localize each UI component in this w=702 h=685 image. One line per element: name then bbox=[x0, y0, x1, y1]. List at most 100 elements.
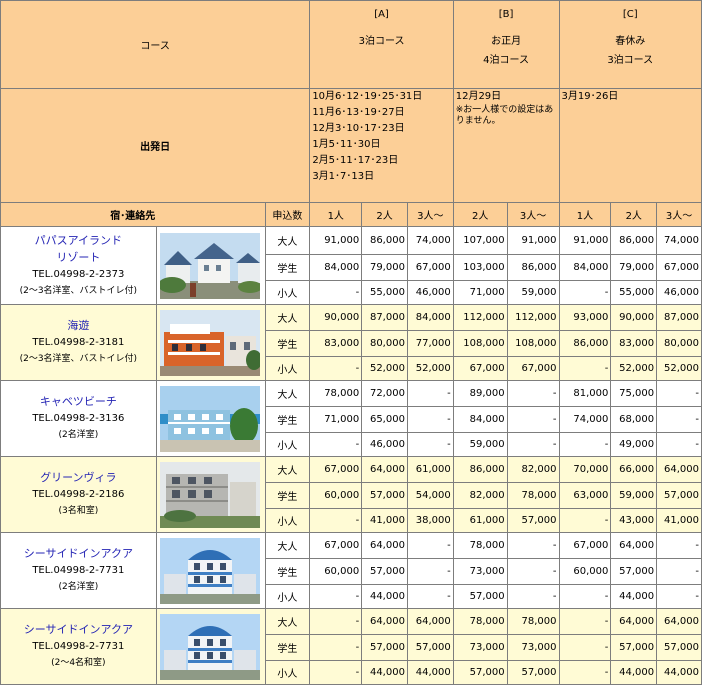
price-cell: 84,000 bbox=[559, 255, 611, 280]
category-label: 小人 bbox=[265, 661, 310, 684]
price-cell: - bbox=[657, 533, 701, 558]
price-cell: 80,000 bbox=[657, 331, 701, 356]
price-cell: 87,000 bbox=[657, 305, 701, 330]
price-cell: - bbox=[559, 281, 611, 304]
price-cell: - bbox=[407, 407, 453, 432]
hotel-name[interactable]: グリーンヴィラ bbox=[1, 469, 156, 486]
course-c-name-line1: 春休み bbox=[615, 36, 646, 47]
price-cell: 83,000 bbox=[611, 331, 657, 356]
hotel-name[interactable]: シーサイドインアクア bbox=[1, 545, 156, 562]
price-cell: - bbox=[507, 533, 559, 558]
price-cell: 78,000 bbox=[310, 381, 362, 406]
price-cell: 52,000 bbox=[657, 357, 701, 380]
price-cell: 46,000 bbox=[407, 281, 453, 304]
price-cell: - bbox=[657, 585, 701, 608]
category-label: 小人 bbox=[265, 281, 310, 304]
table-row: キャベツビーチ TEL.04998-2-3136 (2名洋室) 大人 78,000 72,… bbox=[1, 381, 701, 456]
price-cell: 64,000 bbox=[657, 457, 701, 482]
price-cell: - bbox=[407, 585, 453, 608]
price-cell: 60,000 bbox=[310, 483, 362, 508]
people-header-c-2: 2人 bbox=[611, 203, 657, 226]
price-cell: 66,000 bbox=[611, 457, 657, 482]
price-cell: 73,000 bbox=[453, 559, 507, 584]
price-cell: - bbox=[559, 661, 611, 684]
price-cell: - bbox=[310, 661, 362, 684]
price-cell: 67,000 bbox=[310, 533, 362, 558]
course-b-header: [B] お正月 4泊コース bbox=[453, 1, 559, 88]
price-cell: - bbox=[310, 635, 362, 660]
price-cell: 84,000 bbox=[407, 305, 453, 330]
price-cell: 38,000 bbox=[407, 509, 453, 532]
course-row: コース [A] 3泊コース [B] お正月 4泊コース [C] 春休み 3泊コー… bbox=[1, 1, 701, 88]
course-b-name-line1: お正月 bbox=[491, 36, 522, 47]
course-a-date-line: 1月5･11･30日 bbox=[312, 139, 381, 150]
price-cell: - bbox=[310, 509, 362, 532]
category-label: 学生 bbox=[265, 255, 310, 280]
people-header-c-1: 1人 bbox=[559, 203, 611, 226]
price-cell: 64,000 bbox=[611, 533, 657, 558]
course-c-letter: [C] bbox=[622, 9, 638, 20]
price-cell: 78,000 bbox=[453, 609, 507, 634]
column-header-row: 宿･連絡先 申込数 1人 2人 3人〜 2人 3人〜 1人 2人 3人〜 bbox=[1, 203, 701, 226]
price-cell: - bbox=[657, 381, 701, 406]
price-cell: 78,000 bbox=[507, 483, 559, 508]
price-cell: 67,000 bbox=[453, 357, 507, 380]
hotel-photo-cell bbox=[156, 227, 265, 304]
price-cell: 57,000 bbox=[453, 661, 507, 684]
lodging-label: 宿･連絡先 bbox=[1, 203, 265, 226]
course-a-name: 3泊コース bbox=[358, 36, 405, 47]
hotel-name[interactable]: リゾート bbox=[1, 249, 156, 266]
hotel-name[interactable]: パパスアイランド bbox=[1, 232, 156, 249]
course-a-letter: [A] bbox=[374, 9, 389, 20]
price-cell: 46,000 bbox=[362, 433, 407, 456]
price-cell: 67,000 bbox=[507, 357, 559, 380]
price-cell: 55,000 bbox=[611, 281, 657, 304]
price-cell: - bbox=[657, 407, 701, 432]
price-cell: 57,000 bbox=[453, 585, 507, 608]
hotel-name[interactable]: 海遊 bbox=[1, 317, 156, 334]
price-cell: 41,000 bbox=[362, 509, 407, 532]
price-cell: 46,000 bbox=[657, 281, 701, 304]
price-cell: 81,000 bbox=[559, 381, 611, 406]
hotel-photo bbox=[160, 310, 260, 376]
hotel-photo bbox=[160, 386, 260, 452]
price-cell: 91,000 bbox=[559, 227, 611, 254]
table-row: シーサイドインアクア TEL.04998-2-7731 (2名洋室) 大人 67,000… bbox=[1, 533, 701, 608]
price-cell: - bbox=[559, 585, 611, 608]
price-cell: - bbox=[407, 381, 453, 406]
course-a-date-line: 3月1･7･13日 bbox=[312, 171, 375, 182]
course-a-header: [A] 3泊コース bbox=[310, 1, 453, 88]
price-cell: 75,000 bbox=[611, 381, 657, 406]
price-cell: 64,000 bbox=[407, 609, 453, 634]
price-cell: 61,000 bbox=[453, 509, 507, 532]
price-cell: 44,000 bbox=[657, 661, 701, 684]
hotel-tel: TEL.04998-2-3136 bbox=[32, 413, 125, 424]
price-cell: 80,000 bbox=[362, 331, 407, 356]
price-cell: 74,000 bbox=[407, 227, 453, 254]
hotel-room-note: (2名洋室) bbox=[58, 582, 99, 592]
price-cell: 79,000 bbox=[362, 255, 407, 280]
price-cell: - bbox=[407, 559, 453, 584]
price-cell: 83,000 bbox=[310, 331, 362, 356]
price-cell: 108,000 bbox=[453, 331, 507, 356]
hotel-tel: TEL.04998-2-2373 bbox=[32, 268, 125, 280]
hotel-tel: TEL.04998-2-7731 bbox=[32, 641, 125, 652]
price-cell: 112,000 bbox=[453, 305, 507, 330]
hotel-name[interactable]: シーサイドインアクア bbox=[1, 621, 156, 638]
hotel-rows: パパスアイランド リゾート TEL.04998-2-2373 (2〜3名洋室、バストイ… bbox=[1, 227, 701, 684]
price-cell: 57,000 bbox=[611, 635, 657, 660]
category-label: 小人 bbox=[265, 509, 310, 532]
price-cell: - bbox=[657, 433, 701, 456]
category-label: 学生 bbox=[265, 407, 310, 432]
price-cell: 65,000 bbox=[362, 407, 407, 432]
price-cell: 82,000 bbox=[453, 483, 507, 508]
hotel-name[interactable]: キャベツビーチ bbox=[1, 393, 156, 410]
price-cell: 71,000 bbox=[453, 281, 507, 304]
price-cell: 52,000 bbox=[611, 357, 657, 380]
course-c-header: [C] 春休み 3泊コース bbox=[559, 1, 701, 88]
price-cell: 90,000 bbox=[611, 305, 657, 330]
price-cell: 44,000 bbox=[362, 585, 407, 608]
price-cell: 59,000 bbox=[507, 281, 559, 304]
people-header-b-3: 3人〜 bbox=[507, 203, 559, 226]
price-cell: - bbox=[310, 281, 362, 304]
